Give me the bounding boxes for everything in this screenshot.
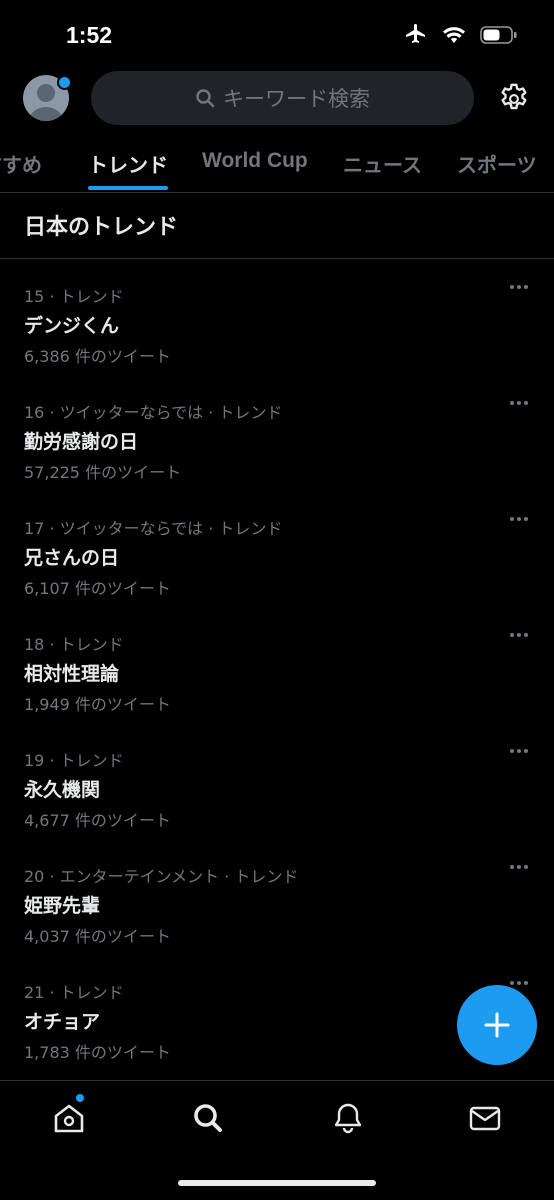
- search-icon: [196, 89, 215, 108]
- tab-world-cup[interactable]: World Cup: [202, 149, 308, 173]
- more-options-icon[interactable]: [510, 749, 528, 753]
- explore-tabs: すすめ トレンド World Cup ニュース スポーツ: [0, 128, 554, 193]
- trend-count: 1,949 件のツイート: [24, 695, 171, 714]
- trend-item[interactable]: 20 · エンターテインメント · トレンド 姫野先輩 4,037 件のツイート: [0, 839, 554, 955]
- trend-count: 1,783 件のツイート: [24, 1043, 171, 1062]
- trend-item[interactable]: 17 · ツイッターならでは · トレンド 兄さんの日 6,107 件のツイート: [0, 491, 554, 607]
- trend-name: 勤労感謝の日: [24, 431, 139, 453]
- bell-icon[interactable]: [331, 1101, 365, 1135]
- more-options-icon[interactable]: [510, 285, 528, 289]
- more-options-icon[interactable]: [510, 981, 528, 985]
- notification-dot: [57, 75, 72, 90]
- trend-name: 相対性理論: [24, 663, 120, 685]
- active-tab-indicator: [88, 186, 168, 190]
- wifi-icon: [443, 27, 465, 43]
- trend-name: デンジくん: [24, 315, 120, 337]
- trend-name: 兄さんの日: [24, 547, 120, 569]
- trend-meta: 17 · ツイッターならでは · トレンド: [24, 519, 283, 538]
- tab-news[interactable]: ニュース: [343, 149, 422, 178]
- top-bar: キーワード検索: [0, 70, 554, 128]
- trend-item[interactable]: 16 · ツイッターならでは · トレンド 勤労感謝の日 57,225 件のツイ…: [0, 375, 554, 491]
- more-options-icon[interactable]: [510, 633, 528, 637]
- battery-icon: [480, 26, 517, 44]
- search-input[interactable]: キーワード検索: [91, 71, 474, 125]
- trend-meta: 21 · トレンド: [24, 983, 124, 1002]
- status-bar: 1:52: [0, 0, 554, 70]
- status-time: 1:52: [66, 22, 113, 48]
- more-options-icon[interactable]: [510, 517, 528, 521]
- tab-recommended[interactable]: すすめ: [0, 149, 42, 178]
- trend-name: 姫野先輩: [24, 895, 101, 917]
- trend-count: 4,037 件のツイート: [24, 927, 171, 946]
- trend-count: 57,225 件のツイート: [24, 463, 182, 482]
- trend-name: 永久機関: [24, 779, 101, 801]
- trend-meta: 15 · トレンド: [24, 287, 124, 306]
- gear-icon[interactable]: [497, 82, 531, 116]
- search-placeholder: キーワード検索: [223, 87, 370, 111]
- trend-count: 6,107 件のツイート: [24, 579, 171, 598]
- tab-trends[interactable]: トレンド: [88, 149, 168, 178]
- section-title: 日本のトレンド: [24, 215, 179, 240]
- search-icon[interactable]: [191, 1101, 225, 1135]
- trend-meta: 18 · トレンド: [24, 635, 124, 654]
- trend-item[interactable]: 19 · トレンド 永久機関 4,677 件のツイート: [0, 723, 554, 839]
- plus-icon: [484, 1012, 510, 1038]
- trend-count: 4,677 件のツイート: [24, 811, 171, 830]
- more-options-icon[interactable]: [510, 401, 528, 405]
- home-indicator: [178, 1180, 376, 1186]
- trend-count: 6,386 件のツイート: [24, 347, 171, 366]
- trend-meta: 19 · トレンド: [24, 751, 124, 770]
- status-icons: [404, 24, 518, 46]
- trend-item[interactable]: 15 · トレンド デンジくん 6,386 件のツイート: [0, 259, 554, 375]
- trend-name: オチョア: [24, 1011, 101, 1033]
- trend-item[interactable]: 18 · トレンド 相対性理論 1,949 件のツイート: [0, 607, 554, 723]
- compose-button[interactable]: [457, 985, 537, 1065]
- airplane-icon: [406, 24, 425, 43]
- home-notification-dot: [76, 1094, 84, 1102]
- tab-sports[interactable]: スポーツ: [457, 149, 537, 178]
- mail-icon[interactable]: [468, 1101, 502, 1135]
- more-options-icon[interactable]: [510, 865, 528, 869]
- trend-meta: 16 · ツイッターならでは · トレンド: [24, 403, 283, 422]
- home-icon[interactable]: [52, 1101, 86, 1135]
- trend-meta: 20 · エンターテインメント · トレンド: [24, 867, 299, 886]
